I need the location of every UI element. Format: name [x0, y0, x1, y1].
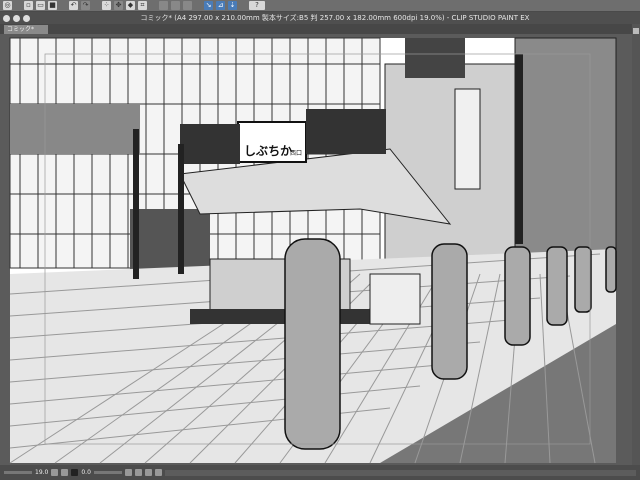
open-icon[interactable]: ▭: [36, 1, 45, 10]
redo-icon[interactable]: ↷: [81, 1, 90, 10]
tab-comic[interactable]: コミック*: [4, 25, 48, 34]
flip-horizontal-icon[interactable]: [134, 469, 142, 476]
crop-icon[interactable]: ⌗: [138, 1, 147, 10]
fill-icon[interactable]: ◆: [126, 1, 135, 10]
zoom-slider[interactable]: [4, 471, 32, 474]
zoom-value[interactable]: 19.0: [35, 469, 48, 476]
prev-page-icon[interactable]: [144, 469, 152, 476]
title-bar: コミック* (A4 297.00 x 210.00mm 製本サイズ:B5 判 2…: [0, 12, 640, 24]
close-icon[interactable]: [3, 14, 10, 22]
snap-ruler-icon[interactable]: ↘: [204, 1, 213, 10]
horizontal-scrollbar[interactable]: [164, 469, 636, 476]
new-icon[interactable]: ▫: [24, 1, 33, 10]
undo-icon[interactable]: ↶: [69, 1, 78, 10]
transform-icon[interactable]: ⁘: [102, 1, 111, 10]
right-building: [384, 63, 516, 265]
next-page-icon[interactable]: [154, 469, 162, 476]
save-icon[interactable]: ■: [48, 1, 57, 10]
maximize-icon[interactable]: [23, 14, 30, 22]
rotation-slider[interactable]: [93, 471, 122, 474]
app-logo-icon[interactable]: ◎: [3, 1, 12, 10]
fill-selection-icon[interactable]: [183, 1, 192, 10]
reset-rotation-icon[interactable]: [124, 469, 132, 476]
vertical-scrollbar[interactable]: [632, 24, 640, 465]
tab-bar: コミック*: [0, 24, 640, 34]
actual-size-icon[interactable]: [61, 469, 69, 476]
help-icon[interactable]: ?: [249, 1, 265, 10]
manga-illustration: しぶちか 西口: [9, 37, 617, 464]
move-icon[interactable]: ✥: [114, 1, 123, 10]
canvas[interactable]: しぶちか 西口: [0, 34, 632, 465]
minimize-icon[interactable]: [13, 14, 20, 22]
snap-grid-icon[interactable]: ⇣: [228, 1, 237, 10]
sign-subtext: 西口: [290, 150, 302, 157]
clear-icon[interactable]: [159, 1, 168, 10]
sign-text: しぶちか: [244, 144, 292, 158]
rotation-value[interactable]: 0.0: [81, 469, 91, 476]
window-title: コミック* (A4 297.00 x 210.00mm 製本サイズ:B5 判 2…: [140, 14, 530, 22]
flip-icon[interactable]: [71, 469, 79, 476]
zoom-fit-icon[interactable]: [51, 469, 59, 476]
snap-special-ruler-icon[interactable]: ⊿: [216, 1, 225, 10]
status-bar: 19.0 0.0: [0, 465, 640, 480]
command-bar: ◎ ▫ ▭ ■ ↶ ↷ ⁘ ✥ ◆ ⌗ ↘ ⊿ ⇣ ?: [0, 0, 640, 12]
clear-outside-icon[interactable]: [171, 1, 180, 10]
